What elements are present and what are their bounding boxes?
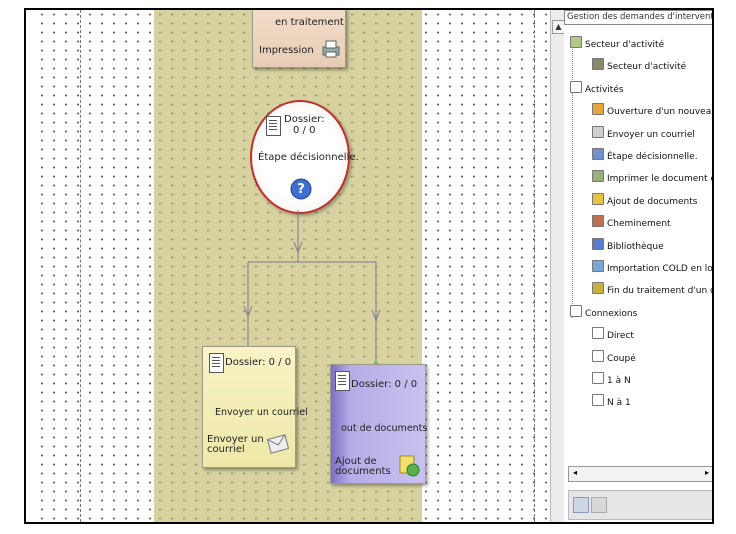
tree-item-label: Cheminement [607,219,671,230]
tree-item-label: Ouverture d'un nouveau d [607,107,714,118]
tree-item[interactable]: Importation COLD en lot [592,260,714,274]
tree-item[interactable]: Activités [570,80,624,95]
tree-item-label: Fin du traitement d'un do [607,286,714,297]
tree-item-label: Secteur d'activité [585,40,665,50]
tree-item[interactable]: Connexions [570,304,638,319]
workflow-editor-window: en traitement Impression Dossier: 0 / 0 … [24,8,714,524]
connections-icon [570,304,582,317]
print-icon [592,170,604,183]
tree-item[interactable]: Secteur d'activité [592,58,686,72]
tree-item-label: Activités [585,84,624,95]
tree-item[interactable]: Ajout de documents [592,192,698,207]
tree-item-label: Direct [607,331,634,342]
tree-item[interactable]: Cheminement [592,215,671,229]
tree-item[interactable]: Étape décisionnelle. [592,148,698,162]
document-icon [335,371,350,391]
open-icon [592,103,604,116]
mail-node-counter: Dossier: 0 / 0 [225,357,292,368]
tree-item-label: Coupé [607,353,636,364]
cut-icon [592,349,604,362]
tree-item-label: N à 1 [607,398,631,409]
add-documents-node[interactable]: Dossier: 0 / 0 out de documents Ajout de… [330,364,428,484]
toolbox-toolbar [568,490,712,520]
tree-item[interactable]: Secteur d'activité [570,36,664,50]
document-icon [209,353,224,373]
direct-icon [592,327,604,340]
add-documents-node-label: Ajout de documents [335,456,391,477]
tree-item-label: Bibliothèque [607,241,664,252]
add-documents-node-title: out de documents [341,423,428,434]
folder-icon [570,36,582,48]
toolbox-panel: Gestion des demandes d'intervention Sect… [564,10,714,522]
scroll-right-button[interactable]: ▸ [702,468,712,478]
one-to-n-icon [592,372,604,384]
tree-item[interactable]: Direct [592,327,634,341]
envelope-icon [267,434,290,454]
sector-icon [592,58,604,71]
mail-node-title: Envoyer un courriel [215,407,308,418]
add-docs-icon [592,192,604,205]
workflow-canvas[interactable]: en traitement Impression Dossier: 0 / 0 … [36,10,550,522]
scroll-left-button[interactable]: ◂ [570,468,580,478]
toolbox-horizontal-scrollbar[interactable]: ◂ ▸ [568,466,712,482]
tree-item-label: Importation COLD en lot [607,264,714,274]
add-documents-node-counter: Dossier: 0 / 0 [351,379,418,390]
tree-item-label: Secteur d'activité [607,62,687,73]
tree-item-label: 1 à N [607,376,631,386]
decision-icon [592,148,604,160]
tree-item[interactable]: Bibliothèque [592,237,664,252]
end-icon [592,282,604,295]
tree-item-label: Ajout de documents [607,196,698,207]
tree-item[interactable]: 1 à N [592,372,631,386]
tree-item-label: Imprimer le document en [607,174,714,185]
mail-node-label: Envoyer un courriel [207,434,264,455]
tree-item[interactable]: Coupé [592,349,636,364]
add-documents-icon [399,455,420,477]
view-toggle-icon[interactable] [573,497,589,513]
tree-item[interactable]: Ouverture d'un nouveau d [592,103,714,118]
tree-item-label: Envoyer un courriel [607,129,695,140]
tree-item-label: Connexions [585,308,638,319]
tree-item[interactable]: Envoyer un courriel [592,125,695,140]
activities-icon [570,80,582,93]
path-icon [592,215,604,228]
tree-item[interactable]: N à 1 [592,394,631,408]
mail-node[interactable]: Dossier: 0 / 0 Envoyer un courriel Envoy… [202,346,308,468]
tree-item[interactable]: Imprimer le document en [592,170,714,185]
import-icon [592,260,604,272]
tree-item-label: Étape décisionnelle. [607,152,698,162]
tree-item[interactable]: Fin du traitement d'un do [592,282,714,297]
canvas-scrollbar[interactable]: ▲ [550,10,565,522]
n-to-one-icon [592,394,604,407]
mail-icon [592,125,604,138]
library-icon [592,237,604,250]
alt-view-icon[interactable] [591,497,607,513]
toolbox-title: Gestion des demandes d'intervention [564,10,712,25]
